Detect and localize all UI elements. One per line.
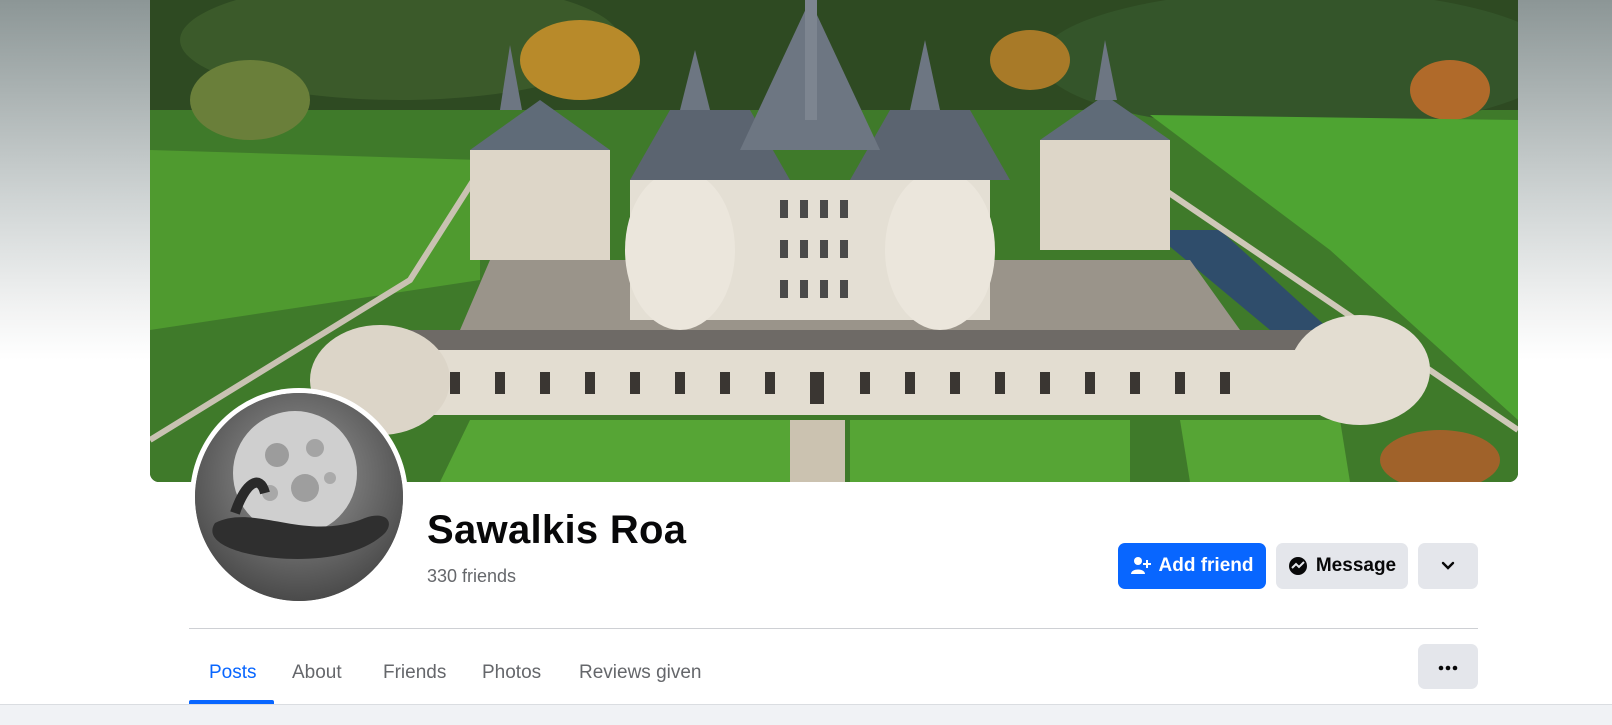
tab-label: Reviews given bbox=[579, 662, 702, 683]
ellipsis-icon bbox=[1438, 658, 1458, 676]
tab-about[interactable]: About bbox=[272, 644, 362, 702]
message-button[interactable]: Message bbox=[1276, 543, 1408, 589]
tabs-more-button[interactable] bbox=[1418, 644, 1478, 689]
tab-friends[interactable]: Friends bbox=[363, 644, 466, 702]
tab-label: Friends bbox=[383, 662, 447, 683]
tab-label: Photos bbox=[482, 662, 542, 683]
chevron-down-icon bbox=[1441, 555, 1455, 577]
avatar-image bbox=[195, 393, 403, 601]
tab-label: About bbox=[292, 662, 342, 683]
person-plus-icon bbox=[1130, 556, 1151, 576]
tab-photos[interactable]: Photos bbox=[462, 644, 561, 702]
friends-count[interactable]: 330 friends bbox=[427, 566, 516, 587]
more-actions-button[interactable] bbox=[1418, 543, 1478, 589]
message-label: Message bbox=[1315, 555, 1397, 576]
tab-label: Posts bbox=[209, 662, 257, 683]
add-friend-label: Add friend bbox=[1158, 555, 1254, 576]
header-divider bbox=[189, 628, 1478, 629]
messenger-icon bbox=[1288, 556, 1308, 576]
feed-background bbox=[0, 704, 1612, 725]
tab-reviews-given[interactable]: Reviews given bbox=[559, 644, 722, 702]
profile-avatar[interactable] bbox=[190, 388, 408, 606]
add-friend-button[interactable]: Add friend bbox=[1118, 543, 1266, 589]
profile-name: Sawalkis Roa bbox=[427, 508, 687, 552]
tab-posts[interactable]: Posts bbox=[189, 644, 277, 702]
